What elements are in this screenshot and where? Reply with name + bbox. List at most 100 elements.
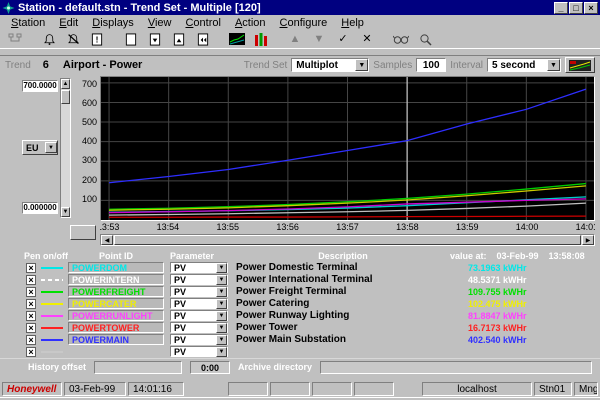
lower-icon[interactable]: ▼ — [308, 31, 330, 48]
trend-title: Airport - Power — [63, 59, 142, 71]
chevron-down-icon[interactable]: ▼ — [355, 59, 368, 71]
chevron-down-icon[interactable]: ▼ — [216, 275, 227, 285]
alarm-bell-icon[interactable] — [38, 31, 60, 48]
pen-line-sample — [41, 291, 63, 293]
zoom-icon[interactable] — [414, 31, 436, 48]
history-offset-value[interactable]: 0:00 — [190, 361, 230, 374]
point-id-field[interactable]: POWERRUNLIGHT — [68, 310, 164, 321]
point-id-field[interactable]: POWERMAIN — [68, 334, 164, 345]
menu-help[interactable]: Help — [334, 17, 371, 29]
parameter-select[interactable]: PV▼ — [170, 262, 228, 273]
status-time: 14:01:16 — [128, 382, 184, 396]
pen-checkbox[interactable]: × — [26, 275, 36, 285]
x-tick-label: 13:55 — [217, 222, 240, 232]
trend-scope-button[interactable] — [565, 57, 595, 73]
parameter-select[interactable]: PV▼ — [170, 334, 228, 345]
scroll-up-icon[interactable]: ▲ — [61, 79, 70, 89]
archive-directory-input[interactable] — [320, 361, 592, 374]
pen-checkbox[interactable]: × — [26, 299, 36, 309]
point-id-field[interactable]: POWERTOWER — [68, 322, 164, 333]
point-id-field[interactable]: POWERDOM — [68, 262, 164, 273]
chevron-down-icon[interactable]: ▼ — [216, 287, 227, 297]
pen-checkbox[interactable]: × — [26, 263, 36, 273]
chevron-down-icon[interactable]: ▼ — [216, 347, 227, 357]
parameter-select[interactable]: PV▼ — [170, 274, 228, 285]
status-bar: Honeywell 03-Feb-99 14:01:16 localhost S… — [0, 380, 600, 397]
blank-page-icon[interactable] — [120, 31, 142, 48]
legend-row: ×POWERCATERPV▼Power Catering102.475 kWHr — [0, 298, 600, 309]
pen-description: Power International Terminal — [228, 274, 450, 285]
axis-max-input[interactable]: 700.0000 — [22, 80, 58, 92]
parameter-select[interactable]: PV▼ — [170, 346, 228, 357]
history-offset-input[interactable] — [94, 361, 182, 374]
y-tick-label: 300 — [82, 155, 97, 165]
page-rewind-icon[interactable] — [192, 31, 214, 48]
parameter-select[interactable]: PV▼ — [170, 310, 228, 321]
parameter-select[interactable]: PV▼ — [170, 286, 228, 297]
point-id-field[interactable]: POWERINTERN — [68, 274, 164, 285]
point-id-field[interactable]: POWERCATER — [68, 298, 164, 309]
pen-value: 48.5371 kWHr — [450, 275, 600, 285]
horizontal-scrollbar[interactable]: ◀ ▶ — [100, 234, 595, 246]
trend-plot[interactable] — [100, 76, 595, 221]
page-down-icon[interactable] — [144, 31, 166, 48]
window-title: Station - default.stn - Trend Set - Mult… — [18, 2, 553, 14]
horizontal-scroll-thumb[interactable] — [114, 235, 581, 245]
chevron-down-icon[interactable]: ▼ — [216, 263, 227, 273]
accept-icon[interactable]: ✓ — [332, 31, 354, 48]
minimize-button[interactable]: _ — [554, 2, 568, 14]
overview-icon[interactable] — [4, 31, 26, 48]
menu-edit[interactable]: Edit — [52, 17, 85, 29]
menu-control[interactable]: Control — [178, 17, 227, 29]
axis-min-input[interactable]: 0.000000 — [22, 202, 58, 214]
point-id-field[interactable]: POWERFREIGHT — [68, 286, 164, 297]
interval-select[interactable]: 5 second ▼ — [487, 58, 561, 72]
parameter-header: Parameter — [170, 251, 228, 261]
alarm-disable-icon[interactable] — [62, 31, 84, 48]
status-cell-empty — [228, 382, 268, 396]
trend-display-icon[interactable] — [226, 31, 248, 48]
pen-checkbox[interactable]: × — [26, 347, 36, 357]
y-tick-label: 200 — [82, 175, 97, 185]
vertical-scroll-thumb[interactable] — [61, 90, 70, 104]
menu-view[interactable]: View — [141, 17, 179, 29]
menu-action[interactable]: Action — [228, 17, 273, 29]
pen-checkbox[interactable]: × — [26, 287, 36, 297]
scroll-right-icon[interactable]: ▶ — [582, 235, 594, 245]
chevron-down-icon[interactable]: ▼ — [216, 311, 227, 321]
chevron-down-icon[interactable]: ▼ — [216, 335, 227, 345]
scroll-left-icon[interactable]: ◀ — [101, 235, 113, 245]
restore-button[interactable]: □ — [569, 2, 583, 14]
samples-input[interactable]: 100 — [416, 58, 446, 72]
trend-set-select[interactable]: Multiplot ▼ — [291, 58, 369, 72]
parameter-select[interactable]: PV▼ — [170, 322, 228, 333]
scroll-down-icon[interactable]: ▼ — [61, 207, 70, 217]
close-button[interactable]: × — [584, 2, 598, 14]
menu-station[interactable]: Station — [4, 17, 52, 29]
cancel-icon[interactable]: ✕ — [356, 31, 378, 48]
chevron-down-icon[interactable]: ▼ — [216, 299, 227, 309]
x-tick-label: 14:01 — [576, 222, 595, 232]
history-row: History offset 0:00 Archive directory — [0, 358, 600, 375]
group-display-icon[interactable] — [250, 31, 272, 48]
page-up-icon[interactable] — [168, 31, 190, 48]
chevron-down-icon[interactable]: ▼ — [547, 59, 560, 71]
menu-configure[interactable]: Configure — [273, 17, 335, 29]
pen-checkbox[interactable]: × — [26, 323, 36, 333]
find-glasses-icon[interactable] — [390, 31, 412, 48]
pen-checkbox[interactable]: × — [26, 335, 36, 345]
vertical-scrollbar[interactable]: ▲ ▼ — [60, 78, 71, 218]
chevron-down-icon: ▼ — [45, 142, 57, 153]
pen-checkbox[interactable]: × — [26, 311, 36, 321]
y-tick-label: 400 — [82, 136, 97, 146]
description-header: Description — [228, 251, 450, 261]
corner-button[interactable] — [70, 225, 96, 240]
raise-icon[interactable]: ▲ — [284, 31, 306, 48]
message-page-icon[interactable]: ! — [86, 31, 108, 48]
x-axis-labels: 13:5313:5413:5513:5613:5713:5813:5914:00… — [100, 221, 595, 234]
legend-row: ×POWERMAINPV▼Power Main Substation402.54… — [0, 334, 600, 345]
unit-select[interactable]: EU ▼ — [22, 140, 58, 155]
menu-displays[interactable]: Displays — [85, 17, 141, 29]
parameter-select[interactable]: PV▼ — [170, 298, 228, 309]
chevron-down-icon[interactable]: ▼ — [216, 323, 227, 333]
